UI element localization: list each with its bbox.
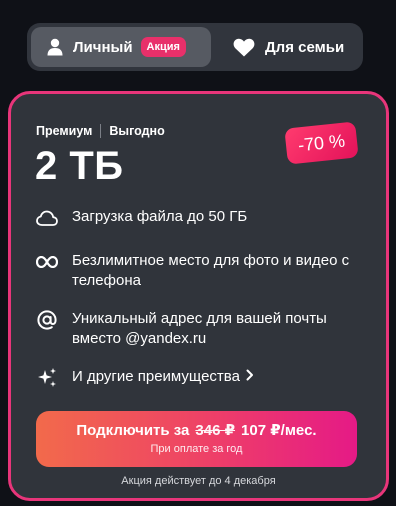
new-price: 107 ₽/мес. bbox=[241, 422, 317, 439]
promo-deadline: Акция действует до 4 декабря bbox=[121, 475, 276, 487]
infinity-icon bbox=[36, 251, 58, 273]
tag-premium: Премиум bbox=[36, 124, 93, 138]
feature-item: Уникальный адрес для вашей почты вместо … bbox=[36, 309, 372, 349]
subscribe-button[interactable]: Подключить за 346 ₽ 107 ₽/мес. При оплате … bbox=[36, 411, 357, 467]
tab-personal-label: Личный bbox=[73, 38, 133, 56]
tab-family[interactable]: Для семьи bbox=[219, 27, 359, 67]
feature-text: Безлимитное место для фото и видео с тел… bbox=[72, 252, 350, 289]
old-price: 346 ₽ bbox=[195, 422, 236, 439]
discount-badge: -70 % bbox=[284, 121, 359, 165]
billing-note: При оплате за год bbox=[150, 443, 243, 455]
feature-text: Загрузка файла до 50 ГБ bbox=[72, 208, 248, 225]
plan-tags: Премиум Выгодно bbox=[36, 124, 165, 138]
tab-family-label: Для семьи bbox=[265, 38, 345, 56]
chevron-right-icon bbox=[246, 367, 254, 387]
feature-text: Уникальный адрес для вашей почты вместо … bbox=[72, 310, 327, 347]
tag-divider bbox=[100, 124, 102, 138]
tag-profitable: Выгодно bbox=[109, 124, 165, 138]
plan-type-switcher: Личный Акция Для семьи bbox=[27, 23, 363, 71]
storage-size: 2 ТБ bbox=[35, 144, 124, 188]
feature-item: Безлимитное место для фото и видео с тел… bbox=[36, 251, 372, 291]
sparkles-icon bbox=[36, 367, 58, 389]
subscribe-prefix: Подключить за bbox=[76, 422, 190, 439]
heart-icon bbox=[233, 38, 255, 57]
at-sign-icon bbox=[36, 309, 58, 331]
feature-text: И другие преимущества bbox=[72, 368, 240, 385]
subscribe-button-label: Подключить за 346 ₽ 107 ₽/мес. bbox=[36, 421, 357, 439]
cloud-icon bbox=[36, 207, 58, 229]
promo-badge: Акция bbox=[140, 37, 186, 57]
tab-personal[interactable]: Личный Акция bbox=[31, 27, 211, 67]
person-icon bbox=[47, 38, 63, 56]
feature-item: Загрузка файла до 50 ГБ bbox=[36, 207, 372, 229]
feature-more-wrap: И другие преимущества bbox=[72, 367, 254, 387]
feature-more-benefits[interactable]: И другие преимущества bbox=[36, 367, 254, 389]
plan-card: Премиум Выгодно 2 ТБ -70 % Загрузка файл… bbox=[8, 91, 389, 501]
